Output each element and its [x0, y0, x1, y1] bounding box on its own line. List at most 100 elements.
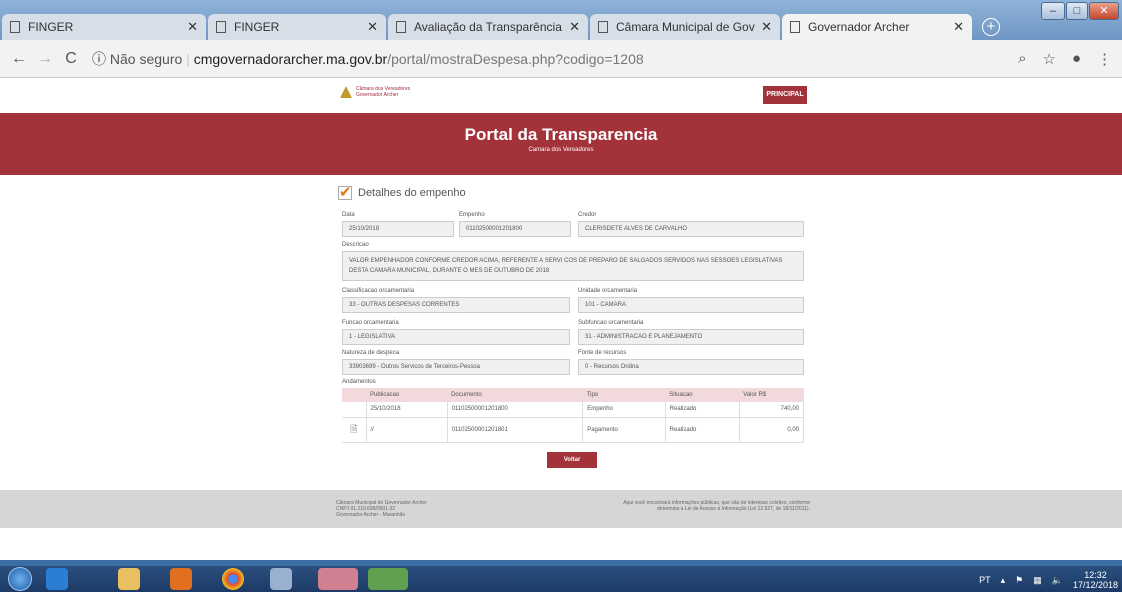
app-icon[interactable]	[368, 568, 408, 590]
address-bar: ← → C ⓘ Não seguro | cmgovernadorarcher.…	[0, 40, 1122, 78]
url-field[interactable]: ⓘ Não seguro | cmgovernadorarcher.ma.gov…	[92, 49, 644, 69]
tab-title: Câmara Municipal de Governa	[616, 20, 755, 34]
file-explorer-icon[interactable]	[118, 568, 140, 590]
tab-bar: FINGER ✕ FINGER ✕ Avaliação da Transparê…	[0, 0, 1122, 40]
cell-publicacao: //	[366, 417, 448, 443]
cell-situacao: Realizado	[665, 402, 740, 418]
logo-icon	[340, 86, 352, 98]
close-window-button[interactable]: ✕	[1089, 2, 1119, 20]
cell-valor: 0,00	[739, 417, 805, 443]
logo-line2: Governador Archer	[356, 92, 399, 98]
field-value: 25/10/2018	[342, 221, 454, 237]
url-domain: cmgovernadorarcher.ma.gov.br	[193, 50, 388, 67]
language-indicator[interactable]: PT	[979, 575, 991, 585]
field-value: 33 - OUTRAS DESPESAS CORRENTES	[342, 297, 570, 313]
close-icon[interactable]: ✕	[187, 19, 198, 35]
cell-documento: 01102500001201801	[447, 417, 584, 443]
system-tray: PT ▴ ⚑ ▦ 🔈 12:32 17/12/2018	[979, 570, 1118, 590]
site-logo[interactable]: Câmara dos Vereadores Governador Archer	[340, 86, 410, 98]
tray-arrow-icon[interactable]: ▴	[1001, 575, 1006, 586]
bookmark-star-icon[interactable]: ☆	[1042, 50, 1055, 68]
clock[interactable]: 12:32 17/12/2018	[1073, 570, 1118, 590]
checkmark-icon	[338, 183, 352, 201]
network-icon[interactable]: ▦	[1033, 575, 1042, 586]
data-field: Data 25/10/2018	[342, 212, 454, 237]
table-row: 25/10/2018 01102500001201800 Empenho Rea…	[342, 402, 805, 418]
cell-situacao: Realizado	[665, 417, 740, 443]
principal-button[interactable]: PRINCIPAL	[763, 86, 807, 104]
field-label: Unidade orcamentaria	[578, 288, 638, 294]
unidade-field: Unidade orcamentaria 101 - CAMARA	[578, 288, 804, 313]
back-icon[interactable]: ←	[6, 50, 32, 68]
forward-icon[interactable]: →	[32, 50, 58, 68]
info-icon[interactable]: ⓘ	[92, 51, 106, 67]
tab-avaliacao[interactable]: Avaliação da Transparência do ✕	[388, 14, 588, 40]
descricao-textarea[interactable]: VALOR EMPENHADOR CONFORME CREDOR ACIMA, …	[342, 251, 804, 281]
chrome-icon[interactable]	[222, 568, 244, 590]
field-value: 101 - CAMARA	[578, 297, 804, 313]
table-header-row: Publicacao Documento Tipo Situacao Valor…	[342, 388, 804, 402]
close-icon[interactable]: ✕	[761, 19, 772, 35]
security-label: Não seguro	[109, 50, 183, 67]
volume-icon[interactable]: 🔈	[1052, 575, 1063, 586]
tab-finger-2[interactable]: FINGER ✕	[208, 14, 386, 40]
maximize-button[interactable]: □	[1066, 2, 1088, 20]
page-title: Portal da Transparencia	[464, 125, 658, 144]
start-button[interactable]	[8, 567, 32, 591]
tab-title: FINGER	[234, 20, 280, 34]
site-header: Câmara dos Vereadores Governador Archer …	[0, 78, 1122, 113]
field-label: Natureza de despeca	[342, 350, 400, 356]
profile-icon[interactable]: ●	[1072, 50, 1081, 68]
cell-tipo: Pagamento	[582, 417, 666, 443]
subfuncao-field: Subfuncao orcamentaria 31 - ADMINISTRACA…	[578, 320, 804, 345]
document-icon	[396, 21, 406, 33]
field-label: Subfuncao orcamentaria	[578, 320, 644, 326]
field-label: Classificacao orcamentaria	[342, 288, 415, 294]
cell-publicacao: 25/10/2018	[366, 402, 448, 418]
close-icon[interactable]: ✕	[953, 19, 964, 35]
zoom-icon[interactable]: ⌕	[1018, 50, 1026, 68]
fonte-field: Fonte de recursos 0 - Recursos Ordina	[578, 350, 804, 375]
field-value: CLERISDETE ALVES DE CARVALHO	[578, 221, 804, 237]
table-row: 🗎 // 01102500001201801 Pagamento Realiza…	[342, 417, 805, 443]
column-header: Tipo	[582, 388, 666, 402]
tab-camara[interactable]: Câmara Municipal de Governa ✕	[590, 14, 780, 40]
page-subtitle: Camara dos Vereadores	[528, 147, 594, 153]
footer-line: Governador Archer - Maranhão	[336, 512, 406, 518]
field-label: Data	[342, 212, 355, 218]
field-value: 01102500001201800	[459, 221, 571, 237]
snipping-tool-icon[interactable]	[318, 568, 358, 590]
minimize-button[interactable]: –	[1041, 2, 1065, 20]
flag-icon[interactable]: ⚑	[1015, 575, 1023, 586]
field-label: Credor	[578, 212, 597, 218]
voltar-button[interactable]: Voltar	[547, 452, 597, 468]
cell-valor: 740,00	[739, 402, 805, 418]
paint-icon[interactable]	[270, 568, 292, 590]
field-label: Funcao orcamentaria	[342, 320, 399, 326]
field-value: 1 - LEGISLATIVA	[342, 329, 570, 345]
section-header: Detalhes do empenho	[338, 183, 466, 201]
close-icon[interactable]: ✕	[569, 19, 580, 35]
page-banner: Portal da Transparencia Camara dos Verea…	[0, 113, 1122, 175]
column-header: Documento	[447, 388, 583, 402]
tab-governador-archer[interactable]: Governador Archer ✕	[782, 14, 972, 40]
cell-tipo: Empenho	[582, 402, 666, 418]
credor-field: Credor CLERISDETE ALVES DE CARVALHO	[578, 212, 804, 237]
media-player-icon[interactable]	[170, 568, 192, 590]
field-label: Descricao	[342, 242, 369, 248]
close-icon[interactable]: ✕	[367, 19, 378, 35]
reload-icon[interactable]: C	[58, 50, 84, 68]
classificacao-field: Classificacao orcamentaria 33 - OUTRAS D…	[342, 288, 570, 313]
document-icon	[598, 21, 608, 33]
field-value: 31 - ADMINISTRACAO E PLANEJAMENTO	[578, 329, 804, 345]
empenho-field: Empenho 01102500001201800	[459, 212, 571, 237]
clock-time: 12:32	[1084, 570, 1107, 580]
site-footer: Câmara Municipal de Governador Archer CN…	[0, 490, 1122, 528]
document-icon	[790, 21, 800, 33]
menu-icon[interactable]: ⋮	[1097, 50, 1112, 68]
tab-finger-1[interactable]: FINGER ✕	[2, 14, 206, 40]
new-tab-button[interactable]: +	[982, 18, 1000, 36]
internet-explorer-icon[interactable]	[46, 568, 68, 590]
document-view-icon[interactable]: 🗎	[342, 417, 367, 443]
field-label: Empenho	[459, 212, 485, 218]
